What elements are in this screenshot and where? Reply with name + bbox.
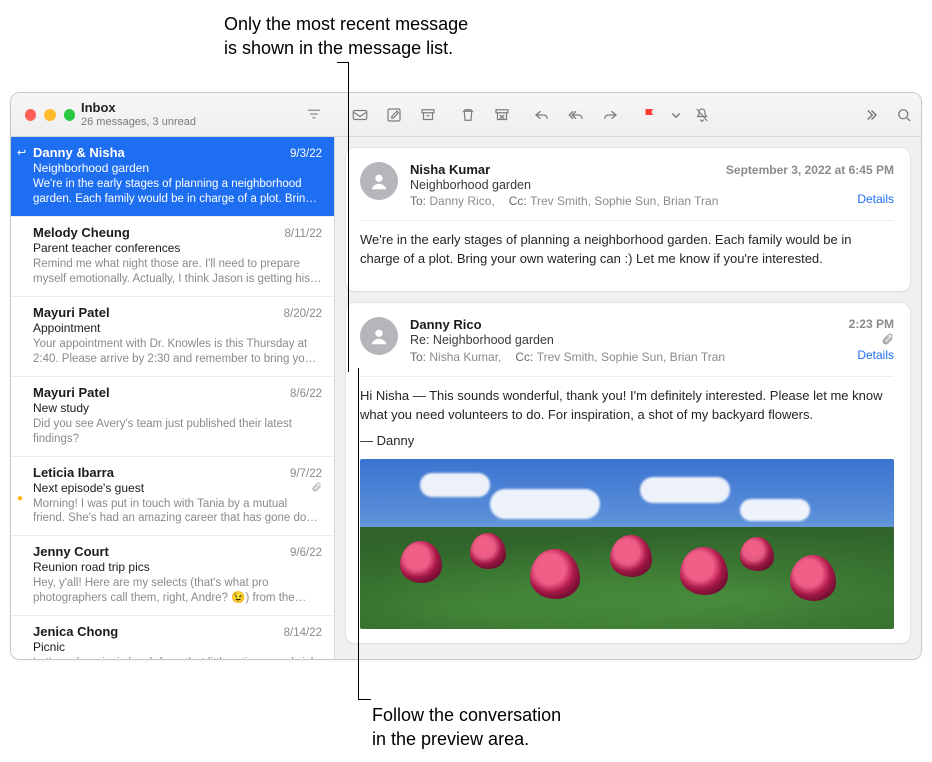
- date: 9/6/22: [290, 547, 322, 559]
- message-card[interactable]: Nisha Kumar September 3, 2022 at 6:45 PM…: [345, 147, 911, 292]
- from: Mayuri Patel: [33, 305, 284, 320]
- date: 8/14/22: [284, 627, 322, 639]
- reply-indicator-icon: ↩: [17, 146, 26, 159]
- preview-text: Hey, y'all! Here are my selects (that's …: [33, 576, 322, 606]
- compose-button[interactable]: [377, 101, 411, 129]
- list-item[interactable]: ● Leticia Ibarra9/7/22Next episode's gues…: [11, 457, 334, 537]
- delete-button[interactable]: [451, 101, 485, 129]
- archive-button[interactable]: [411, 101, 445, 129]
- from: Leticia Ibarra: [33, 465, 290, 480]
- search-button[interactable]: [887, 101, 921, 129]
- subject: Appointment: [33, 321, 322, 335]
- titlebar: Inbox 26 messages, 3 unread: [11, 93, 921, 137]
- from: Jenica Chong: [33, 624, 284, 639]
- reply-all-button[interactable]: [559, 101, 593, 129]
- details-link[interactable]: Details: [857, 348, 894, 362]
- sender-name: Danny Rico: [410, 317, 482, 332]
- minimize-window-button[interactable]: [44, 109, 55, 121]
- from: Melody Cheung: [33, 225, 284, 240]
- preview-text: Your appointment with Dr. Knowles is thi…: [33, 337, 322, 367]
- from: Jenny Court: [33, 544, 290, 559]
- callout-top: Only the most recent message is shown in…: [224, 12, 468, 61]
- preview-text: Remind me what night those are. I'll nee…: [33, 257, 322, 287]
- list-item[interactable]: Jenny Court9/6/22Reunion road trip pics H…: [11, 536, 334, 616]
- list-item[interactable]: Melody Cheung8/11/22Parent teacher confe…: [11, 217, 334, 297]
- subject: Picnic: [33, 640, 322, 654]
- more-toolbar-icon[interactable]: [853, 101, 887, 129]
- flag-menu-chevron-icon[interactable]: [667, 101, 685, 129]
- date: 8/20/22: [284, 308, 322, 320]
- date: 9/7/22: [290, 468, 322, 480]
- subject: Reunion road trip pics: [33, 560, 322, 574]
- subject: Next episode's guest: [33, 481, 322, 495]
- date: 8/11/22: [284, 228, 322, 240]
- preview-text: We're in the early stages of planning a …: [33, 177, 322, 207]
- list-item[interactable]: Jenica Chong8/14/22Picnic Let's grab a pi…: [11, 616, 334, 659]
- preview-text: Morning! I was put in touch with Tania b…: [33, 497, 322, 527]
- avatar: [360, 162, 398, 200]
- junk-button[interactable]: [485, 101, 519, 129]
- close-window-button[interactable]: [25, 109, 36, 121]
- attachment-icon: [311, 481, 322, 495]
- mail-window: Inbox 26 messages, 3 unread: [10, 92, 922, 660]
- from: Danny & Nisha: [33, 145, 290, 160]
- subject: Neighborhood garden: [410, 178, 894, 192]
- mute-button[interactable]: [685, 101, 719, 129]
- reply-button[interactable]: [525, 101, 559, 129]
- recipients: To: Danny Rico, Cc: Trev Smith, Sophie S…: [410, 194, 857, 208]
- timestamp: 2:23 PM: [849, 317, 894, 331]
- sender-name: Nisha Kumar: [410, 162, 490, 177]
- mailbox-title: Inbox 26 messages, 3 unread: [81, 101, 196, 129]
- message-body: We're in the early stages of planning a …: [360, 220, 894, 269]
- list-item[interactable]: ↩ Danny & Nisha9/3/22Neighborhood garden W…: [11, 137, 334, 217]
- subject: Re: Neighborhood garden: [410, 333, 881, 347]
- callout-leader-line: [348, 62, 349, 372]
- timestamp: September 3, 2022 at 6:45 PM: [726, 163, 894, 177]
- subject: New study: [33, 401, 322, 415]
- message-card[interactable]: Danny Rico 2:23 PM Re: Neighborhood gard…: [345, 302, 911, 645]
- attachment-icon: [881, 332, 894, 348]
- preview-text: Let's grab a picnic lunch from that litt…: [33, 656, 322, 659]
- window-controls: [11, 109, 75, 121]
- message-body: Hi Nisha — This sounds wonderful, thank …: [360, 376, 894, 630]
- date: 9/3/22: [290, 148, 322, 160]
- list-item[interactable]: Mayuri Patel8/6/22New study Did you see A…: [11, 377, 334, 457]
- flag-icon: ●: [17, 493, 23, 504]
- avatar: [360, 317, 398, 355]
- from: Mayuri Patel: [33, 385, 290, 400]
- callout-bottom: Follow the conversation in the preview a…: [372, 703, 561, 752]
- flag-button[interactable]: [633, 101, 667, 129]
- date: 8/6/22: [290, 388, 322, 400]
- list-item[interactable]: Mayuri Patel8/20/22Appointment Your appoi…: [11, 297, 334, 377]
- filter-button[interactable]: [301, 101, 327, 127]
- callout-leader-line: [358, 368, 359, 700]
- zoom-window-button[interactable]: [64, 109, 75, 121]
- preview-pane: Nisha Kumar September 3, 2022 at 6:45 PM…: [335, 137, 921, 659]
- details-link[interactable]: Details: [857, 192, 894, 206]
- message-list[interactable]: ↩ Danny & Nisha9/3/22Neighborhood garden W…: [11, 137, 335, 659]
- subject: Parent teacher conferences: [33, 241, 322, 255]
- subject: Neighborhood garden: [33, 161, 322, 175]
- attachment-image[interactable]: [360, 459, 894, 629]
- toolbar: [335, 101, 921, 129]
- forward-button[interactable]: [593, 101, 627, 129]
- preview-text: Did you see Avery's team just published …: [33, 417, 322, 447]
- recipients: To: Nisha Kumar, Cc: Trev Smith, Sophie …: [410, 350, 857, 364]
